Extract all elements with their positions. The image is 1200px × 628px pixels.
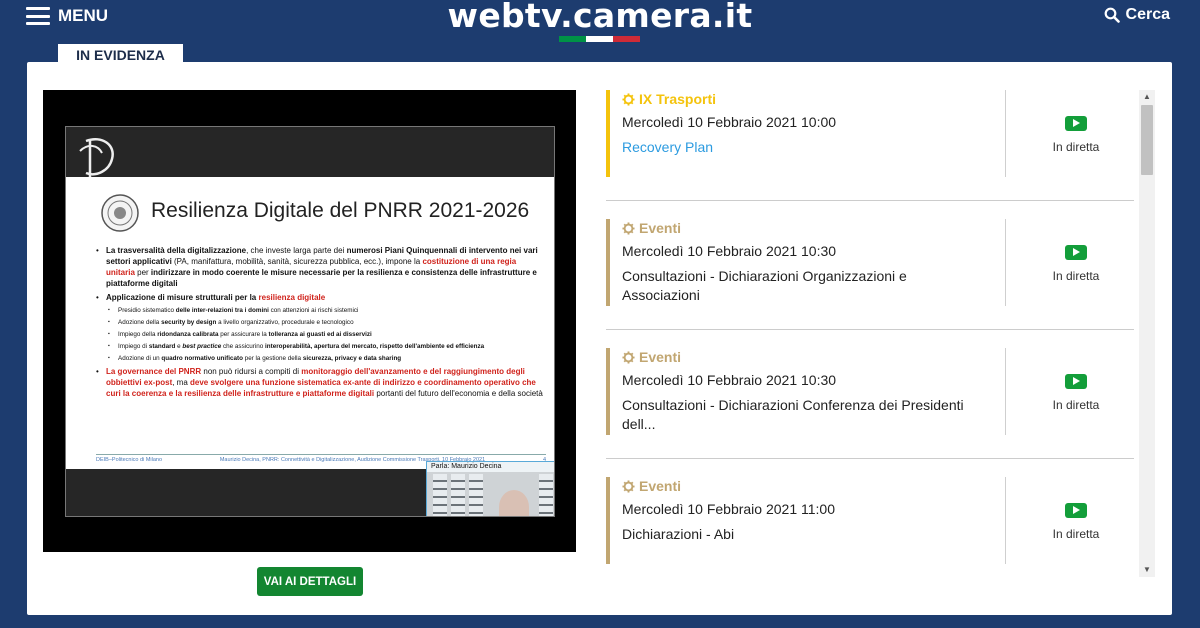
item-separator: [606, 329, 1134, 330]
gear-icon: [622, 92, 635, 106]
live-events-list[interactable]: IX Trasporti Mercoledì 10 Febbraio 2021 …: [606, 90, 1134, 565]
featured-card: Resilienza Digitale del PNRR 2021-2026 L…: [27, 62, 1172, 615]
event-title-link[interactable]: Consultazioni - Dichiarazioni Organizzaz…: [622, 267, 982, 305]
event-category-label: Eventi: [639, 349, 682, 365]
gear-icon: [622, 350, 635, 364]
event-category-label: Eventi: [639, 220, 682, 236]
window-blinds: [539, 474, 553, 516]
slide-body: La trasversalità della digitalizzazione,…: [96, 245, 544, 402]
speaker-label: Parla: Maurizio Decina: [427, 462, 554, 472]
live-status-label: In diretta: [1052, 269, 1100, 283]
event-date: Mercoledì 10 Febbraio 2021 10:30: [622, 372, 837, 388]
live-status-label: In diretta: [1052, 398, 1100, 412]
details-button[interactable]: VAI AI DETTAGLI: [257, 567, 363, 596]
list-item[interactable]: IX Trasporti Mercoledì 10 Febbraio 2021 …: [606, 90, 1134, 205]
item-separator: [606, 200, 1134, 201]
list-item[interactable]: Eventi Mercoledì 10 Febbraio 2021 10:30 …: [606, 348, 1134, 463]
list-scrollbar[interactable]: ▲ ▼: [1139, 90, 1155, 577]
item-separator: [606, 458, 1134, 459]
event-date: Mercoledì 10 Febbraio 2021 10:30: [622, 243, 837, 259]
live-status-button[interactable]: In diretta: [1026, 374, 1126, 412]
speaker-camera-inset: Parla: Maurizio Decina: [426, 461, 554, 516]
window-blinds: [433, 474, 447, 516]
slide-footer-left: DEIB–Politecnico di Milano: [96, 457, 163, 463]
item-accent-bar: [606, 219, 610, 306]
play-icon: [1065, 374, 1087, 389]
scroll-down-arrow-icon[interactable]: ▼: [1139, 563, 1155, 577]
gear-icon: [622, 221, 635, 235]
presentation-slide: Resilienza Digitale del PNRR 2021-2026 L…: [65, 126, 555, 517]
window-blinds: [451, 474, 465, 516]
search-label: Cerca: [1125, 6, 1170, 23]
live-status-button[interactable]: In diretta: [1026, 116, 1126, 154]
event-category: Eventi: [622, 220, 681, 236]
event-category-label: IX Trasporti: [639, 91, 717, 107]
scrollbar-thumb[interactable]: [1141, 105, 1153, 175]
column-divider: [1005, 348, 1006, 435]
window-blinds: [469, 474, 483, 516]
event-title-link[interactable]: Dichiarazioni - Abi: [622, 525, 982, 544]
play-icon: [1065, 116, 1087, 131]
item-accent-bar: [606, 348, 610, 435]
event-title-link[interactable]: Consultazioni - Dichiarazioni Conferenza…: [622, 396, 982, 434]
speaker-figure: [499, 490, 529, 516]
play-icon: [1065, 503, 1087, 518]
column-divider: [1005, 477, 1006, 564]
item-accent-bar: [606, 90, 610, 177]
column-divider: [1005, 219, 1006, 306]
live-status-button[interactable]: In diretta: [1026, 245, 1126, 283]
live-status-label: In diretta: [1052, 527, 1100, 541]
flag-white: [586, 36, 613, 42]
live-status-label: In diretta: [1052, 140, 1100, 154]
item-accent-bar: [606, 477, 610, 564]
live-status-button[interactable]: In diretta: [1026, 503, 1126, 541]
scroll-up-arrow-icon[interactable]: ▲: [1139, 90, 1155, 104]
event-title-link[interactable]: Recovery Plan: [622, 138, 982, 157]
university-seal-icon: [101, 194, 139, 232]
list-item[interactable]: Eventi Mercoledì 10 Febbraio 2021 10:30 …: [606, 219, 1134, 334]
italian-flag-stripe: [559, 36, 640, 42]
gear-icon: [622, 479, 635, 493]
site-logo[interactable]: webtv.camera.it: [0, 0, 1200, 35]
play-icon: [1065, 245, 1087, 260]
tab-in-evidenza[interactable]: IN EVIDENZA: [58, 42, 183, 64]
event-date: Mercoledì 10 Febbraio 2021 11:00: [622, 501, 835, 517]
slide-title: Resilienza Digitale del PNRR 2021-2026: [151, 199, 530, 222]
search-button[interactable]: Cerca: [1104, 6, 1170, 24]
event-category: Eventi: [622, 349, 681, 365]
flag-green: [559, 36, 586, 42]
event-date: Mercoledì 10 Febbraio 2021 10:00: [622, 114, 837, 130]
slide-header-band: [66, 127, 554, 177]
video-player[interactable]: Resilienza Digitale del PNRR 2021-2026 L…: [43, 90, 576, 552]
event-category: Eventi: [622, 478, 681, 494]
event-category: IX Trasporti: [622, 91, 716, 107]
column-divider: [1005, 90, 1006, 177]
list-item[interactable]: Eventi Mercoledì 10 Febbraio 2021 11:00 …: [606, 477, 1134, 565]
event-category-label: Eventi: [639, 478, 682, 494]
camera-deputati-emblem-icon: [79, 138, 114, 177]
search-icon: [1104, 7, 1120, 23]
flag-red: [613, 36, 640, 42]
